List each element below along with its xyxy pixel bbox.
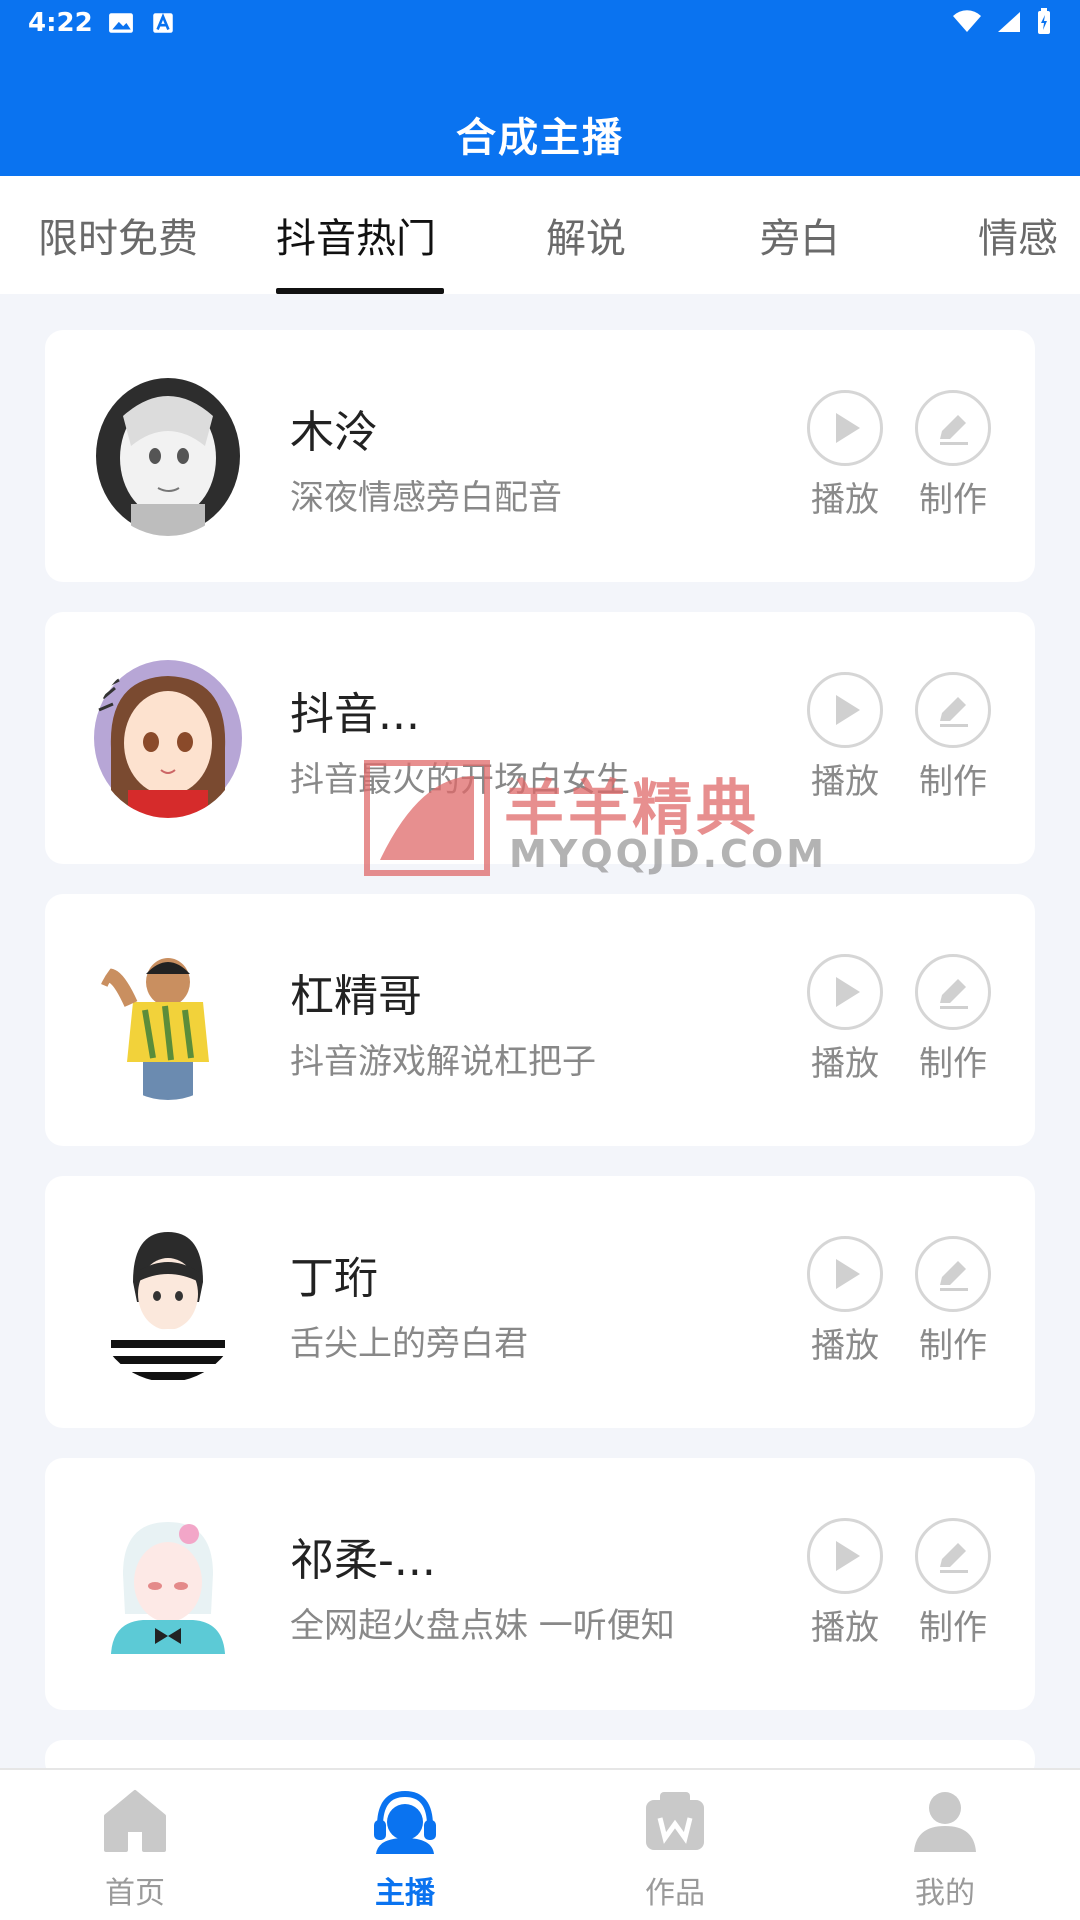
- play-label: 播放: [811, 1044, 879, 1084]
- tab-narration[interactable]: 旁白: [760, 206, 840, 264]
- signal-icon: [998, 12, 1020, 32]
- nav-works-label: 作品: [645, 1876, 705, 1911]
- page-title: 合成主播: [456, 115, 624, 161]
- avatar: [93, 376, 243, 536]
- nav-home[interactable]: 首页: [65, 1786, 205, 1912]
- make-button[interactable]: 制作: [913, 1518, 993, 1649]
- status-time: 4:22: [28, 8, 93, 38]
- play-icon: [807, 672, 883, 748]
- works-icon: [646, 1792, 704, 1850]
- make-label: 制作: [919, 1608, 987, 1648]
- anchor-name: 木泠: [290, 407, 378, 458]
- anchor-name: 杠精哥: [290, 971, 422, 1022]
- make-label: 制作: [919, 1044, 987, 1084]
- make-button[interactable]: 制作: [913, 390, 993, 521]
- person-icon: [914, 1792, 976, 1852]
- headset-icon: [374, 1790, 436, 1854]
- avatar: [93, 1504, 243, 1664]
- make-button[interactable]: 制作: [913, 672, 993, 803]
- active-tab-indicator: [276, 288, 444, 294]
- watermark: 羊羊精典 MYQQJD.COM: [364, 760, 824, 880]
- make-button[interactable]: 制作: [913, 1236, 993, 1367]
- nav-works[interactable]: 作品: [605, 1786, 745, 1912]
- play-label: 播放: [811, 480, 879, 520]
- edit-icon: [915, 954, 991, 1030]
- anchor-card[interactable]: 木泠 深夜情感旁白配音 播放 制作: [45, 330, 1035, 582]
- a-notification-icon: [153, 13, 173, 33]
- anchor-card[interactable]: 杠精哥 抖音游戏解说杠把子 播放 制作: [45, 894, 1035, 1146]
- watermark-subtext: MYQQJD.COM: [509, 832, 828, 876]
- anchor-card[interactable]: 祁柔-... 全网超火盘点妹 一听便知 播放 制作: [45, 1458, 1035, 1710]
- image-notification-icon: [109, 13, 133, 33]
- play-icon: [807, 954, 883, 1030]
- anchor-description: 全网超火盘点妹 一听便知: [290, 1606, 675, 1646]
- play-button[interactable]: 播放: [805, 390, 885, 521]
- anchor-description: 舌尖上的旁白君: [290, 1324, 528, 1364]
- nav-anchor[interactable]: 主播: [335, 1786, 475, 1912]
- edit-icon: [915, 1236, 991, 1312]
- watermark-logo-icon: [364, 760, 490, 876]
- anchor-name: 祁柔-...: [290, 1535, 436, 1586]
- bottom-navigation: 首页 主播 作品 我的: [0, 1768, 1080, 1920]
- anchor-name: 抖音...: [290, 689, 420, 740]
- make-button[interactable]: 制作: [913, 954, 993, 1085]
- play-label: 播放: [811, 762, 879, 802]
- play-label: 播放: [811, 1326, 879, 1366]
- edit-icon: [915, 672, 991, 748]
- home-icon: [104, 1790, 166, 1852]
- avatar: [93, 940, 243, 1100]
- status-bar: 4:22: [0, 0, 1080, 50]
- nav-mine[interactable]: 我的: [875, 1786, 1015, 1912]
- tab-free[interactable]: 限时免费: [38, 206, 198, 264]
- edit-icon: [915, 1518, 991, 1594]
- play-button[interactable]: 播放: [805, 672, 885, 803]
- avatar: [93, 1222, 243, 1382]
- play-button[interactable]: 播放: [805, 954, 885, 1085]
- play-label: 播放: [811, 1608, 879, 1648]
- anchor-card[interactable]: 丁珩 舌尖上的旁白君 播放 制作: [45, 1176, 1035, 1428]
- nav-mine-label: 我的: [915, 1876, 975, 1911]
- make-label: 制作: [919, 762, 987, 802]
- play-icon: [807, 1236, 883, 1312]
- battery-icon: [1038, 8, 1050, 34]
- nav-anchor-label: 主播: [375, 1876, 435, 1911]
- avatar: [93, 658, 243, 818]
- edit-icon: [915, 390, 991, 466]
- nav-home-label: 首页: [105, 1876, 165, 1911]
- make-label: 制作: [919, 480, 987, 520]
- wifi-icon: [953, 10, 981, 32]
- play-button[interactable]: 播放: [805, 1236, 885, 1367]
- category-tabs: 限时免费 抖音热门 解说 旁白 情感: [0, 176, 1080, 294]
- play-button[interactable]: 播放: [805, 1518, 885, 1649]
- tab-emotion[interactable]: 情感: [978, 206, 1058, 264]
- make-label: 制作: [919, 1326, 987, 1366]
- tab-douyin-hot[interactable]: 抖音热门: [276, 206, 436, 264]
- anchor-description: 抖音游戏解说杠把子: [290, 1042, 596, 1082]
- anchor-name: 丁珩: [290, 1253, 378, 1304]
- play-icon: [807, 390, 883, 466]
- anchor-description: 深夜情感旁白配音: [290, 478, 562, 518]
- tab-commentary[interactable]: 解说: [546, 206, 626, 264]
- app-header: 4:22 合成主播: [0, 0, 1080, 176]
- play-icon: [807, 1518, 883, 1594]
